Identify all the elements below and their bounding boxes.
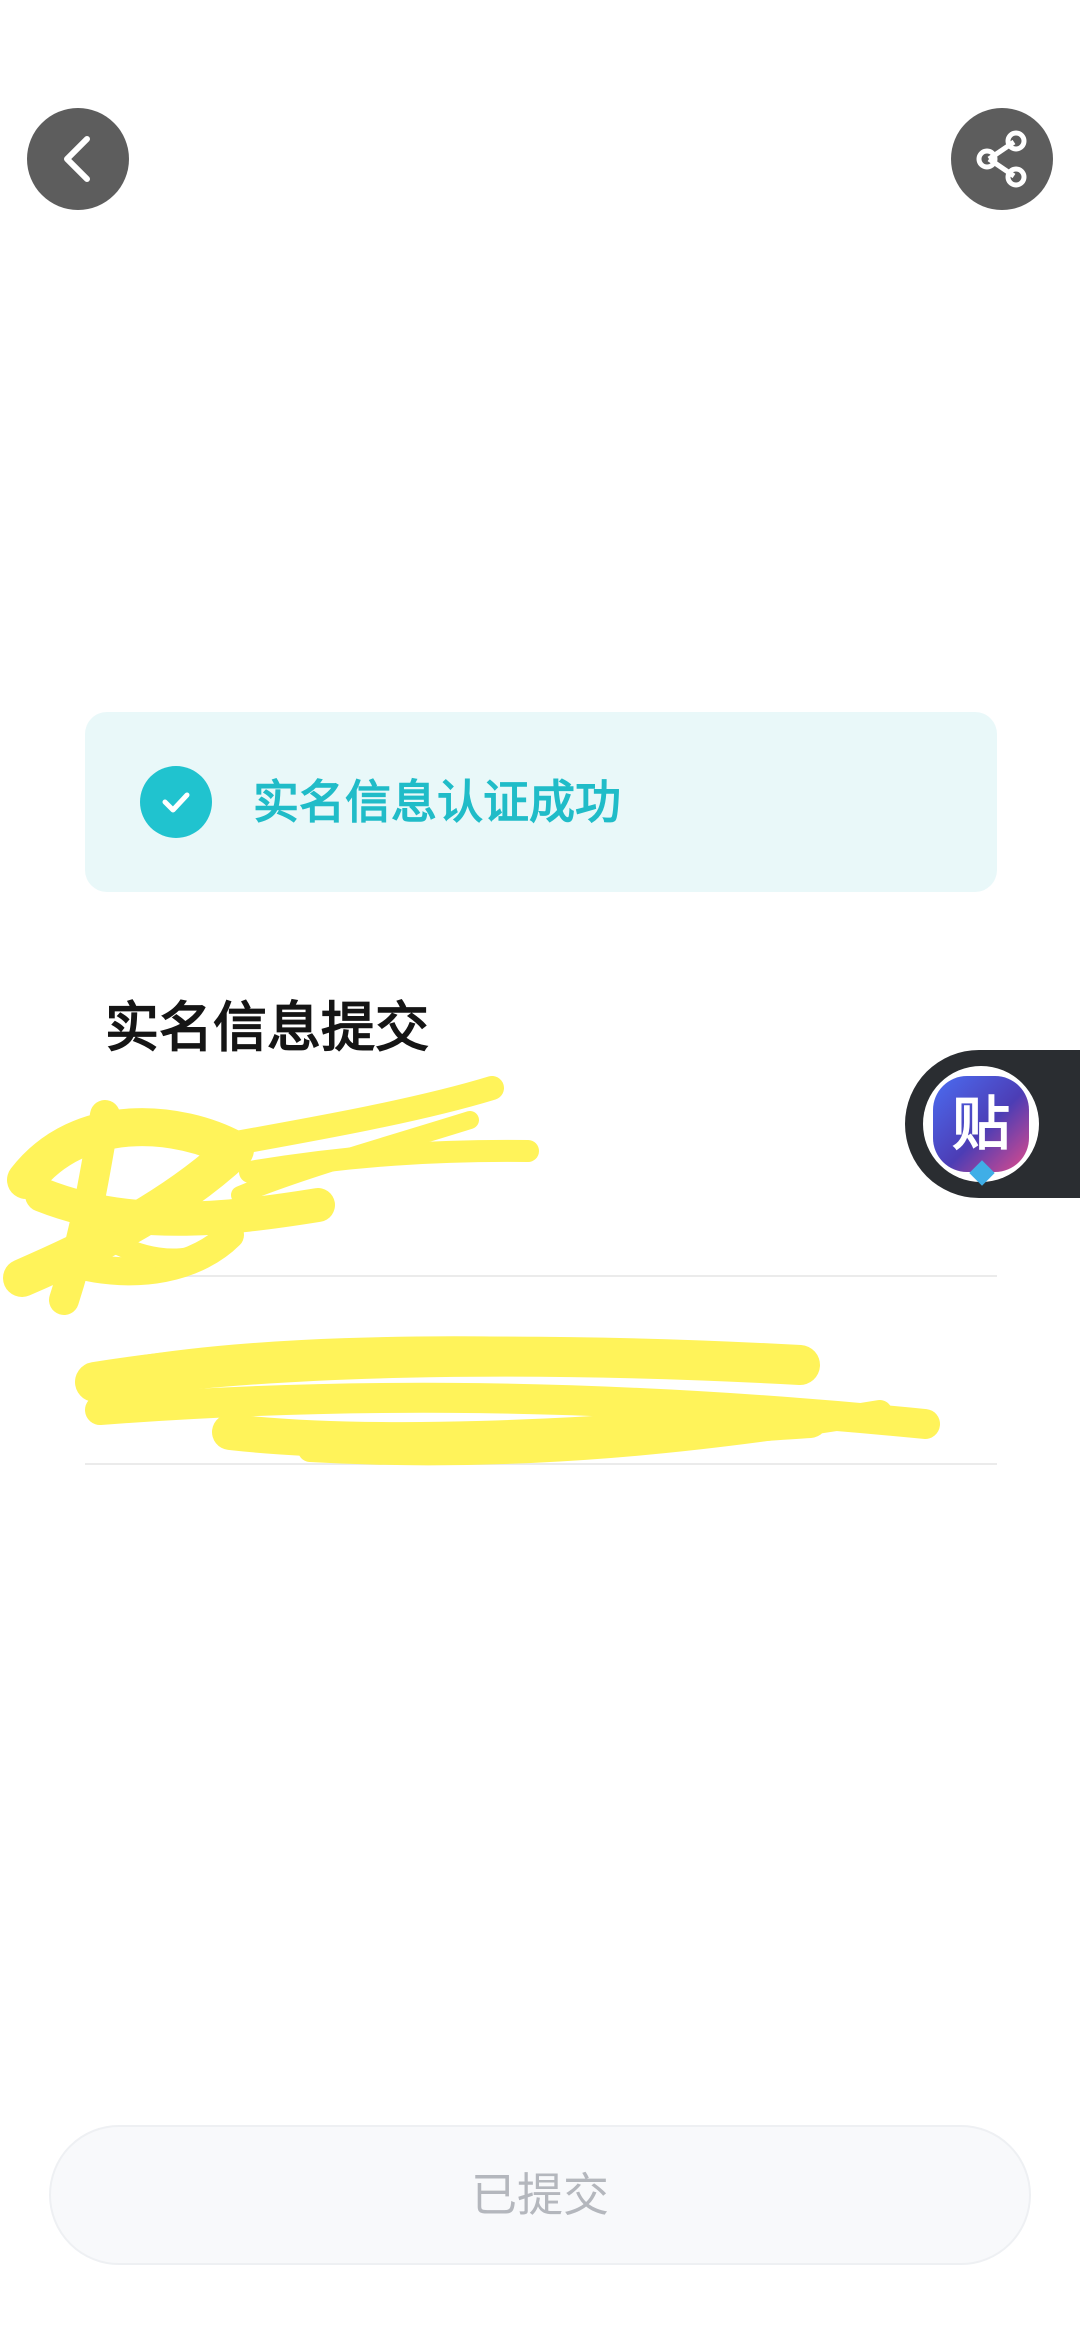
floating-tieba-button[interactable]: 贴 xyxy=(905,1050,1080,1198)
share-button[interactable] xyxy=(951,108,1053,210)
chevron-left-icon xyxy=(64,136,90,182)
name-field[interactable] xyxy=(85,1095,997,1277)
tieba-label: 贴 xyxy=(951,1090,1010,1158)
check-circle-icon xyxy=(140,766,212,838)
share-icon xyxy=(976,130,1027,188)
form-section-title: 实名信息提交 xyxy=(105,996,429,1059)
submitted-button[interactable]: 已提交 xyxy=(49,2125,1031,2265)
back-button[interactable] xyxy=(27,108,129,210)
submitted-button-label: 已提交 xyxy=(471,2168,609,2222)
verification-status-card: 实名信息认证成功 xyxy=(85,712,997,892)
id-number-field[interactable] xyxy=(85,1283,997,1465)
tieba-icon: 贴 xyxy=(923,1066,1039,1186)
verification-status-text: 实名信息认证成功 xyxy=(253,775,621,829)
